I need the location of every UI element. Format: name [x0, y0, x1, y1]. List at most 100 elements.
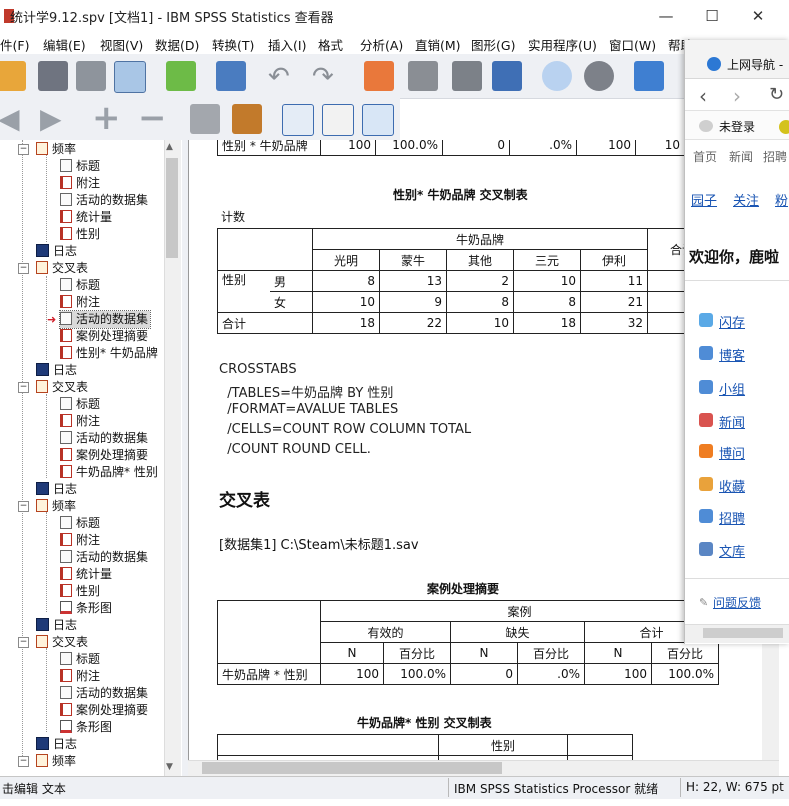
link-follow[interactable]: 关注	[733, 190, 759, 209]
close-button[interactable]: ✕	[735, 0, 781, 32]
goto-variable-icon[interactable]	[408, 61, 438, 91]
menu-format[interactable]: 格式	[318, 35, 343, 54]
collapse-toggle-icon[interactable]: −	[18, 263, 29, 274]
outline-item[interactable]: − 交叉表	[18, 260, 90, 277]
collapse-icon[interactable]: −	[138, 98, 167, 138]
outline-item[interactable]: 标题	[60, 277, 102, 294]
outline-item[interactable]: 日志	[36, 481, 79, 498]
outline-item[interactable]: 标题	[60, 515, 102, 532]
outline-item[interactable]: 案例处理摘要	[60, 447, 150, 464]
nav-jobs[interactable]: 招聘	[763, 148, 787, 165]
collapse-toggle-icon[interactable]: −	[18, 756, 29, 767]
link-garden[interactable]: 园子	[691, 190, 717, 209]
menu-flash[interactable]: 闪存	[719, 312, 745, 331]
outline-item[interactable]: 活动的数据集	[60, 549, 150, 566]
menu-blog[interactable]: 博客	[719, 345, 745, 364]
collapse-toggle-icon[interactable]: −	[18, 501, 29, 512]
outline-item[interactable]: − 交叉表	[18, 634, 90, 651]
menu-utilities[interactable]: 实用程序(U)	[528, 35, 597, 54]
browser-scroll-thumb[interactable]	[703, 628, 783, 638]
menu-edit[interactable]: 编辑(E)	[43, 35, 86, 54]
outline-item[interactable]: 活动的数据集	[60, 430, 150, 447]
outline-item[interactable]: 附注	[60, 294, 102, 311]
outline-item[interactable]: − 频率	[18, 753, 78, 770]
scroll-down-arrow-icon[interactable]: ▼	[166, 762, 173, 772]
outline-item[interactable]: 案例处理摘要	[60, 702, 150, 719]
menu-file[interactable]: 件(F)	[0, 35, 29, 54]
open-folder-icon[interactable]	[0, 61, 26, 91]
hide-icon[interactable]	[232, 104, 262, 134]
goto-case-icon[interactable]	[364, 61, 394, 91]
menu-transform[interactable]: 转换(T)	[212, 35, 254, 54]
use-sets-icon[interactable]	[542, 61, 572, 91]
outline-item[interactable]: 活动的数据集	[60, 192, 150, 209]
outline-item[interactable]: 日志	[36, 243, 79, 260]
outline-item[interactable]: 活动的数据集 ➜	[47, 310, 152, 329]
insert-title-icon[interactable]	[322, 104, 354, 136]
forward-icon[interactable]: ›	[733, 84, 741, 108]
menu-group[interactable]: 小组	[719, 379, 745, 398]
menu-window[interactable]: 窗口(W)	[609, 35, 656, 54]
minimize-button[interactable]: —	[643, 0, 689, 32]
expand-icon[interactable]: +	[92, 98, 121, 138]
outline-scroll-thumb[interactable]	[166, 158, 178, 258]
outline-item[interactable]: 日志	[36, 362, 79, 379]
goto-data-icon[interactable]	[216, 61, 246, 91]
outline-item[interactable]: 统计量	[60, 566, 114, 583]
plus-icon[interactable]	[779, 120, 789, 134]
promote-icon[interactable]: ◀	[0, 102, 20, 135]
insert-text-icon[interactable]	[362, 104, 394, 136]
outline-item[interactable]: 条形图	[60, 600, 114, 617]
value-labels-icon[interactable]	[492, 61, 522, 91]
variables-icon[interactable]	[452, 61, 482, 91]
outline-item[interactable]: − 交叉表	[18, 379, 90, 396]
outline-item[interactable]: 统计量	[60, 209, 114, 226]
outline-item[interactable]: 附注	[60, 668, 102, 685]
outline-item[interactable]: 标题	[60, 651, 102, 668]
menu-analyze[interactable]: 分析(A)	[360, 35, 403, 54]
scroll-up-arrow-icon[interactable]: ▲	[166, 142, 173, 152]
outline-item[interactable]: 附注	[60, 532, 102, 549]
menu-news[interactable]: 新闻	[719, 412, 745, 431]
outline-item[interactable]: 日志	[36, 617, 79, 634]
menu-insert[interactable]: 插入(I)	[268, 35, 306, 54]
login-status[interactable]: 未登录	[719, 118, 755, 135]
outline-item[interactable]: 条形图	[60, 719, 114, 736]
refresh-icon[interactable]: ↻	[769, 84, 784, 105]
save-icon[interactable]	[38, 61, 68, 91]
print-preview-icon[interactable]	[114, 61, 146, 93]
nav-home[interactable]: 首页	[693, 148, 717, 165]
redo-icon[interactable]: ↷	[312, 63, 334, 91]
outline-item[interactable]: 案例处理摘要	[60, 328, 150, 345]
insert-heading-icon[interactable]	[282, 104, 314, 136]
show-all-icon[interactable]	[584, 61, 614, 91]
outline-item[interactable]: 标题	[60, 158, 102, 175]
outline-item[interactable]: 附注	[60, 175, 102, 192]
content-horizontal-thumb[interactable]	[202, 762, 502, 774]
spelling-icon[interactable]	[634, 61, 664, 91]
outline-item[interactable]: 性别* 牛奶品牌	[60, 345, 160, 362]
demote-icon[interactable]: ▶	[40, 102, 62, 135]
back-icon[interactable]: ‹	[699, 84, 707, 108]
menu-favorites[interactable]: 收藏	[719, 476, 745, 495]
collapse-toggle-icon[interactable]: −	[18, 637, 29, 648]
outline-item[interactable]: − 频率	[18, 498, 78, 515]
menu-question[interactable]: 博问	[719, 443, 745, 462]
outline-item[interactable]: 性别	[60, 583, 102, 600]
outline-item[interactable]: 标题	[60, 396, 102, 413]
print-icon[interactable]	[76, 61, 106, 91]
browser-tab-title[interactable]: 上网导航 -	[727, 56, 783, 73]
undo-icon[interactable]: ↶	[268, 63, 290, 91]
collapse-toggle-icon[interactable]: −	[18, 144, 29, 155]
outline-item[interactable]: 日志	[36, 736, 79, 753]
outline-item[interactable]: 活动的数据集	[60, 685, 150, 702]
menu-library[interactable]: 文库	[719, 541, 745, 560]
menu-direct-marketing[interactable]: 直销(M)	[415, 35, 461, 54]
collapse-toggle-icon[interactable]: −	[18, 382, 29, 393]
outline-item[interactable]: 附注	[60, 413, 102, 430]
outline-item[interactable]: 性别	[60, 226, 102, 243]
feedback-link[interactable]: 问题反馈	[713, 594, 761, 611]
nav-news[interactable]: 新闻	[729, 148, 753, 165]
link-fans[interactable]: 粉	[775, 190, 788, 209]
export-icon[interactable]	[166, 61, 196, 91]
